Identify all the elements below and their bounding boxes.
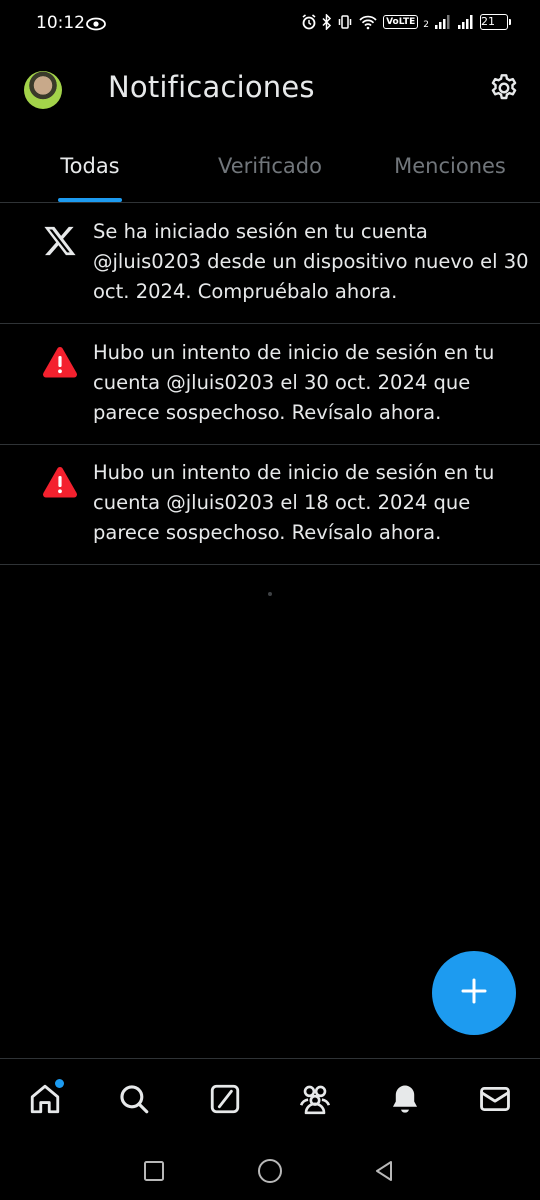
nav-grok[interactable] (205, 1081, 245, 1121)
tab-label: Verificado (218, 154, 322, 178)
bluetooth-icon (322, 14, 332, 30)
settings-button[interactable] (486, 72, 522, 108)
page-title: Notificaciones (108, 70, 315, 104)
loading-indicator (268, 592, 272, 596)
wifi-icon (358, 14, 378, 30)
nav-home[interactable] (25, 1079, 65, 1121)
nav-messages[interactable] (475, 1081, 515, 1121)
tab-active-indicator (58, 198, 122, 202)
signal-icon (457, 14, 475, 30)
battery-icon: 21 (480, 14, 511, 30)
search-icon (117, 1082, 151, 1120)
mail-icon (478, 1082, 512, 1120)
gear-icon (488, 72, 520, 108)
bell-icon (388, 1082, 422, 1120)
square-icon (143, 1160, 165, 1186)
notification-item[interactable]: Se ha iniciado sesión en tu cuenta @jlui… (0, 203, 540, 324)
warning-icon (42, 344, 78, 380)
signal-icon (434, 14, 452, 30)
home-badge-dot (55, 1079, 64, 1088)
nav-search[interactable] (114, 1081, 154, 1121)
warning-icon (42, 464, 78, 500)
grok-icon (208, 1082, 242, 1120)
notification-item[interactable]: Hubo un intento de inicio de sesión en t… (0, 324, 540, 445)
system-nav-bar (0, 1144, 540, 1200)
tab-verificado[interactable]: Verificado (180, 138, 360, 202)
notification-text: Hubo un intento de inicio de sesión en t… (93, 341, 495, 424)
status-time: 10:12 (36, 13, 85, 33)
tab-menciones[interactable]: Menciones (360, 138, 540, 202)
plus-icon (460, 977, 488, 1009)
notification-item[interactable]: Hubo un intento de inicio de sesión en t… (0, 444, 540, 565)
nav-notifications[interactable] (385, 1081, 425, 1121)
vibrate-icon (337, 14, 353, 30)
notification-text: Hubo un intento de inicio de sesión en t… (93, 461, 495, 544)
bottom-nav (0, 1058, 540, 1145)
status-bar: 10:12 VoLTE 2 21 (0, 0, 540, 52)
sim-label: 2 (423, 20, 429, 30)
volte-badge: VoLTE (383, 15, 419, 29)
recents-button[interactable] (139, 1158, 169, 1188)
avatar[interactable] (24, 71, 62, 109)
nav-communities[interactable] (295, 1081, 335, 1121)
compose-button[interactable] (432, 951, 516, 1035)
notification-text: Se ha iniciado sesión en tu cuenta @jlui… (93, 220, 529, 303)
communities-icon (297, 1082, 333, 1120)
home-system-button[interactable] (255, 1158, 285, 1188)
tab-label: Todas (60, 154, 120, 178)
tab-todas[interactable]: Todas (0, 138, 180, 202)
alarm-icon (301, 14, 317, 30)
eye-icon (86, 16, 106, 35)
x-logo-icon (42, 223, 78, 259)
circle-icon (257, 1158, 283, 1188)
tab-label: Menciones (394, 154, 506, 178)
back-triangle-icon (372, 1159, 396, 1187)
tab-bar: Todas Verificado Menciones (0, 138, 540, 203)
back-button[interactable] (369, 1158, 399, 1188)
status-icons: VoLTE 2 21 (301, 14, 511, 30)
